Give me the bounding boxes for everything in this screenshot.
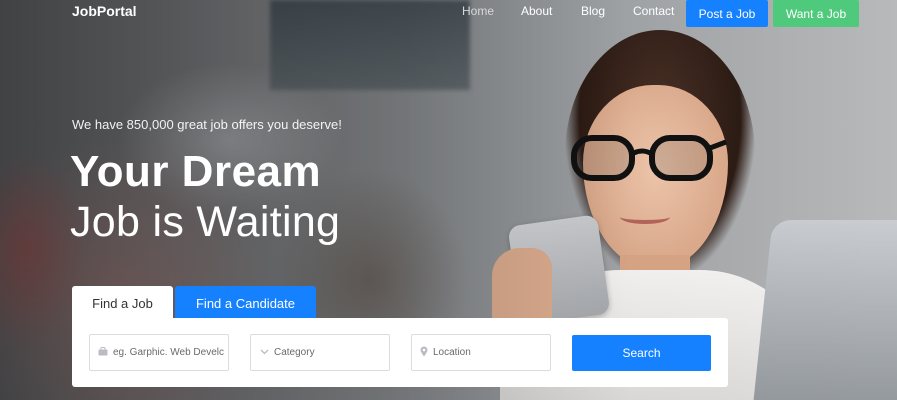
briefcase-icon (98, 346, 108, 359)
nav-about[interactable]: About (521, 4, 552, 18)
category-label: Category (274, 347, 315, 358)
nav-home[interactable]: Home (462, 4, 494, 18)
keyword-field[interactable] (89, 334, 229, 371)
nav-blog[interactable]: Blog (581, 4, 605, 18)
category-select[interactable]: Category (250, 334, 390, 371)
chevron-down-icon (259, 348, 269, 358)
top-navbar: JobPortal Home About Blog Contact Post a… (0, 0, 897, 27)
tab-find-a-job[interactable]: Find a Job (72, 286, 173, 320)
brand-logo[interactable]: JobPortal (72, 3, 137, 19)
hero-headline-line1: Your Dream (70, 147, 322, 196)
location-input[interactable] (433, 347, 550, 358)
job-search-form: Category Search (72, 318, 728, 387)
map-pin-icon (420, 346, 428, 360)
keyword-input[interactable] (113, 347, 228, 358)
tab-find-a-candidate[interactable]: Find a Candidate (175, 286, 316, 320)
search-button[interactable]: Search (572, 335, 711, 371)
post-a-job-button[interactable]: Post a Job (686, 0, 768, 27)
nav-contact[interactable]: Contact (633, 4, 674, 18)
hero-tagline: We have 850,000 great job offers you des… (72, 117, 342, 132)
location-field[interactable] (411, 334, 551, 371)
hero-headline-line2: Job is Waiting (70, 198, 341, 246)
want-a-job-button[interactable]: Want a Job (773, 0, 859, 27)
